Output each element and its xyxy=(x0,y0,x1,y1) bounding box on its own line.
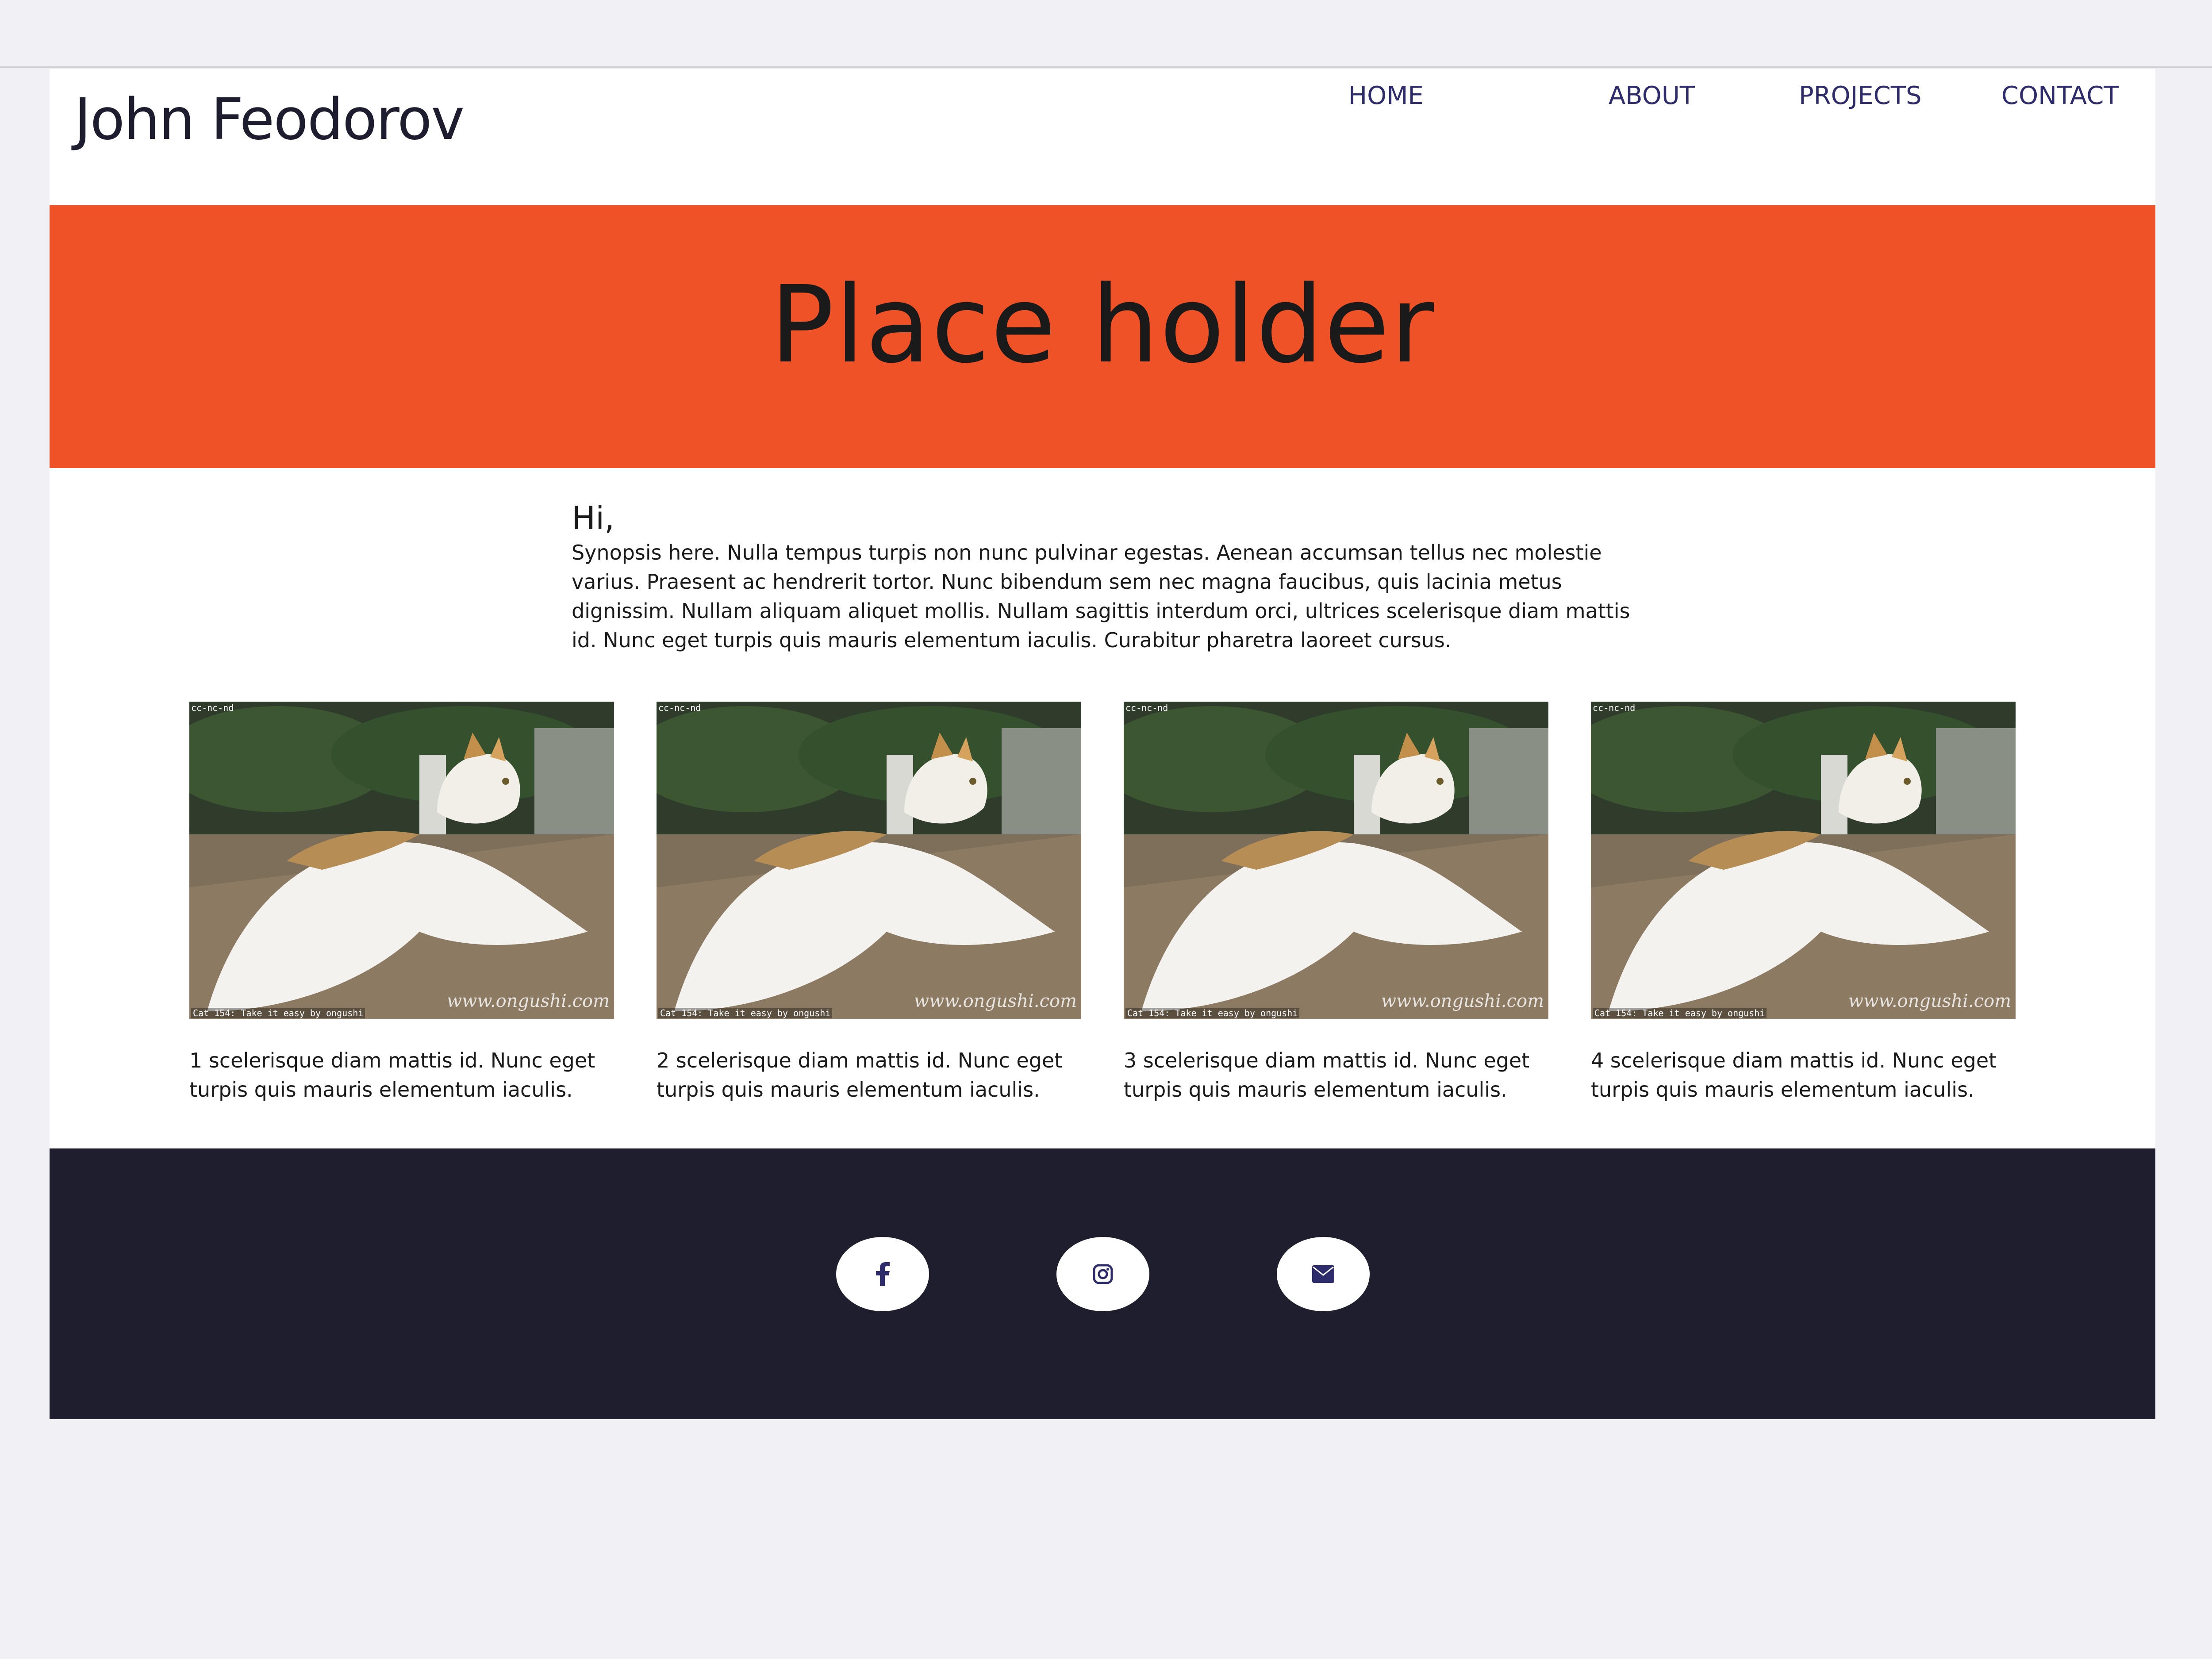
card-caption: 4 scelerisque diam mattis id. Nunc eget … xyxy=(1591,1048,1997,1102)
intro-text: Synopsis here. Nulla tempus turpis non n… xyxy=(572,541,1630,652)
gallery-card: cc-nc-nd Cat 154: Take it easy by ongush… xyxy=(657,702,1081,1104)
image-gallery: cc-nc-nd Cat 154: Take it easy by ongush… xyxy=(189,702,2016,1126)
cat-photo-illustration xyxy=(657,702,1081,1019)
hero-banner: Place holder xyxy=(50,205,2155,468)
image-credit: Cat 154: Take it easy by ongushi xyxy=(1593,1008,1767,1018)
image-license-tag: cc-nc-nd xyxy=(1593,703,1636,713)
email-button[interactable] xyxy=(1277,1237,1370,1311)
gallery-card: cc-nc-nd Cat 154: Take it easy by ongush… xyxy=(1124,702,1548,1104)
intro-section: Hi, Synopsis here. Nulla tempus turpis n… xyxy=(572,498,1651,655)
image-credit: Cat 154: Take it easy by ongushi xyxy=(658,1008,833,1018)
facebook-icon xyxy=(876,1262,890,1286)
cat-photo[interactable]: cc-nc-nd Cat 154: Take it easy by ongush… xyxy=(189,702,614,1019)
footer xyxy=(50,1148,2155,1419)
nav-home-link[interactable]: HOME xyxy=(1348,81,1424,110)
image-watermark: www.ongushi.com xyxy=(1381,991,1544,1011)
image-credit: Cat 154: Take it easy by ongushi xyxy=(191,1008,365,1018)
cat-photo-illustration xyxy=(1591,702,2016,1019)
nav-contact-link[interactable]: CONTACT xyxy=(2001,81,2119,110)
cat-photo-illustration xyxy=(189,702,614,1019)
cat-photo[interactable]: cc-nc-nd Cat 154: Take it easy by ongush… xyxy=(657,702,1081,1019)
instagram-icon xyxy=(1093,1264,1113,1284)
nav-projects-link[interactable]: PROJECTS xyxy=(1799,81,1922,110)
nav-about-link[interactable]: ABOUT xyxy=(1609,81,1695,110)
cat-photo[interactable]: cc-nc-nd Cat 154: Take it easy by ongush… xyxy=(1591,702,2016,1019)
image-watermark: www.ongushi.com xyxy=(446,991,610,1011)
image-watermark: www.ongushi.com xyxy=(914,991,1077,1011)
site-title: John Feodorov xyxy=(74,87,465,153)
gallery-card: cc-nc-nd Cat 154: Take it easy by ongush… xyxy=(189,702,614,1104)
card-caption: 2 scelerisque diam mattis id. Nunc eget … xyxy=(657,1048,1063,1102)
instagram-button[interactable] xyxy=(1056,1237,1149,1311)
browser-top-band xyxy=(0,0,2212,68)
cat-photo-illustration xyxy=(1124,702,1548,1019)
page-container: John Feodorov HOME ABOUT PROJECTS CONTAC… xyxy=(50,69,2155,1419)
image-license-tag: cc-nc-nd xyxy=(658,703,701,713)
cat-photo[interactable]: cc-nc-nd Cat 154: Take it easy by ongush… xyxy=(1124,702,1548,1019)
hero-title: Place holder xyxy=(770,263,1435,387)
facebook-button[interactable] xyxy=(836,1237,929,1311)
image-license-tag: cc-nc-nd xyxy=(1125,703,1168,713)
card-caption: 3 scelerisque diam mattis id. Nunc eget … xyxy=(1124,1048,1530,1102)
gallery-card: cc-nc-nd Cat 154: Take it easy by ongush… xyxy=(1591,702,2016,1104)
image-credit: Cat 154: Take it easy by ongushi xyxy=(1125,1008,1300,1018)
envelope-icon xyxy=(1312,1265,1334,1283)
intro-greeting: Hi, xyxy=(572,499,615,537)
image-watermark: www.ongushi.com xyxy=(1848,991,2011,1011)
image-license-tag: cc-nc-nd xyxy=(191,703,234,713)
card-caption: 1 scelerisque diam mattis id. Nunc eget … xyxy=(189,1048,595,1102)
